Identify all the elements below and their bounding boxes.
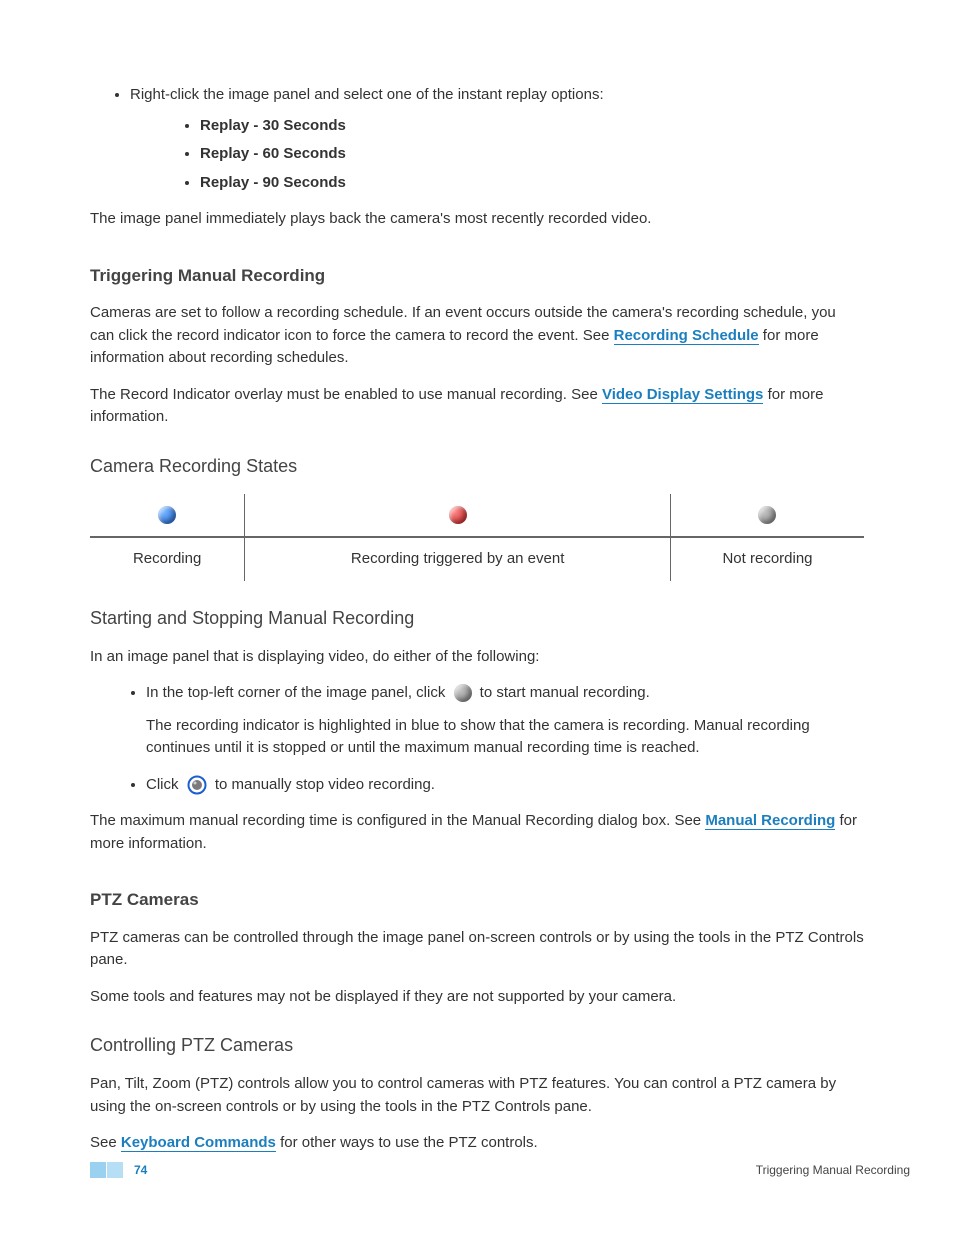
footer-section-title: Triggering Manual Recording xyxy=(756,1161,910,1179)
replay-option: Replay - 30 Seconds xyxy=(200,115,864,138)
link-manual-recording[interactable]: Manual Recording xyxy=(705,812,835,830)
instant-replay-list: Right-click the image panel and select o… xyxy=(90,84,864,194)
recording-indicator-blue-icon xyxy=(158,506,176,524)
list-item: Right-click the image panel and select o… xyxy=(130,84,864,194)
heading-ptz-cameras: PTZ Cameras xyxy=(90,887,864,913)
heading-controlling-ptz: Controlling PTZ Cameras xyxy=(90,1032,864,1059)
recording-states-table: Recording Recording triggered by an even… xyxy=(90,494,864,581)
paragraph: The Record Indicator overlay must be ena… xyxy=(90,384,864,429)
table-cell: Recording triggered by an event xyxy=(245,537,671,581)
page-footer: 74 Triggering Manual Recording xyxy=(90,1161,910,1179)
paragraph: The maximum manual recording time is con… xyxy=(90,810,864,855)
replay-option: Replay - 90 Seconds xyxy=(200,172,864,195)
replay-option: Replay - 60 Seconds xyxy=(200,143,864,166)
paragraph: Some tools and features may not be displ… xyxy=(90,986,864,1009)
record-start-icon xyxy=(454,682,472,705)
list-item: Click to manually stop video recording. xyxy=(146,774,864,797)
table-cell: Recording xyxy=(90,537,245,581)
heading-starting-stopping: Starting and Stopping Manual Recording xyxy=(90,605,864,632)
heading-camera-recording-states: Camera Recording States xyxy=(90,453,864,480)
document-page: Right-click the image panel and select o… xyxy=(0,0,954,1155)
list-item-text: Right-click the image panel and select o… xyxy=(130,86,604,103)
paragraph: The image panel immediately plays back t… xyxy=(90,208,864,231)
manual-recording-steps: In the top-left corner of the image pane… xyxy=(90,682,864,796)
paragraph: The recording indicator is highlighted i… xyxy=(146,715,864,760)
record-stop-icon xyxy=(187,775,207,795)
recording-indicator-gray-icon xyxy=(758,506,776,524)
recording-indicator-red-icon xyxy=(449,506,467,524)
paragraph: See Keyboard Commands for other ways to … xyxy=(90,1132,864,1155)
footer-left: 74 xyxy=(90,1161,147,1179)
replay-options-list: Replay - 30 Seconds Replay - 60 Seconds … xyxy=(130,115,864,195)
link-recording-schedule[interactable]: Recording Schedule xyxy=(614,327,759,345)
link-keyboard-commands[interactable]: Keyboard Commands xyxy=(121,1134,276,1152)
paragraph: Cameras are set to follow a recording sc… xyxy=(90,302,864,370)
paragraph: Pan, Tilt, Zoom (PTZ) controls allow you… xyxy=(90,1073,864,1118)
heading-triggering-manual-recording: Triggering Manual Recording xyxy=(90,263,864,289)
paragraph: PTZ cameras can be controlled through th… xyxy=(90,927,864,972)
table-cell: Not recording xyxy=(670,537,864,581)
list-item: In the top-left corner of the image pane… xyxy=(146,682,864,760)
paragraph: In an image panel that is displaying vid… xyxy=(90,646,864,669)
footer-logo-icon xyxy=(90,1162,124,1178)
link-video-display-settings[interactable]: Video Display Settings xyxy=(602,386,763,404)
page-number: 74 xyxy=(134,1161,147,1179)
